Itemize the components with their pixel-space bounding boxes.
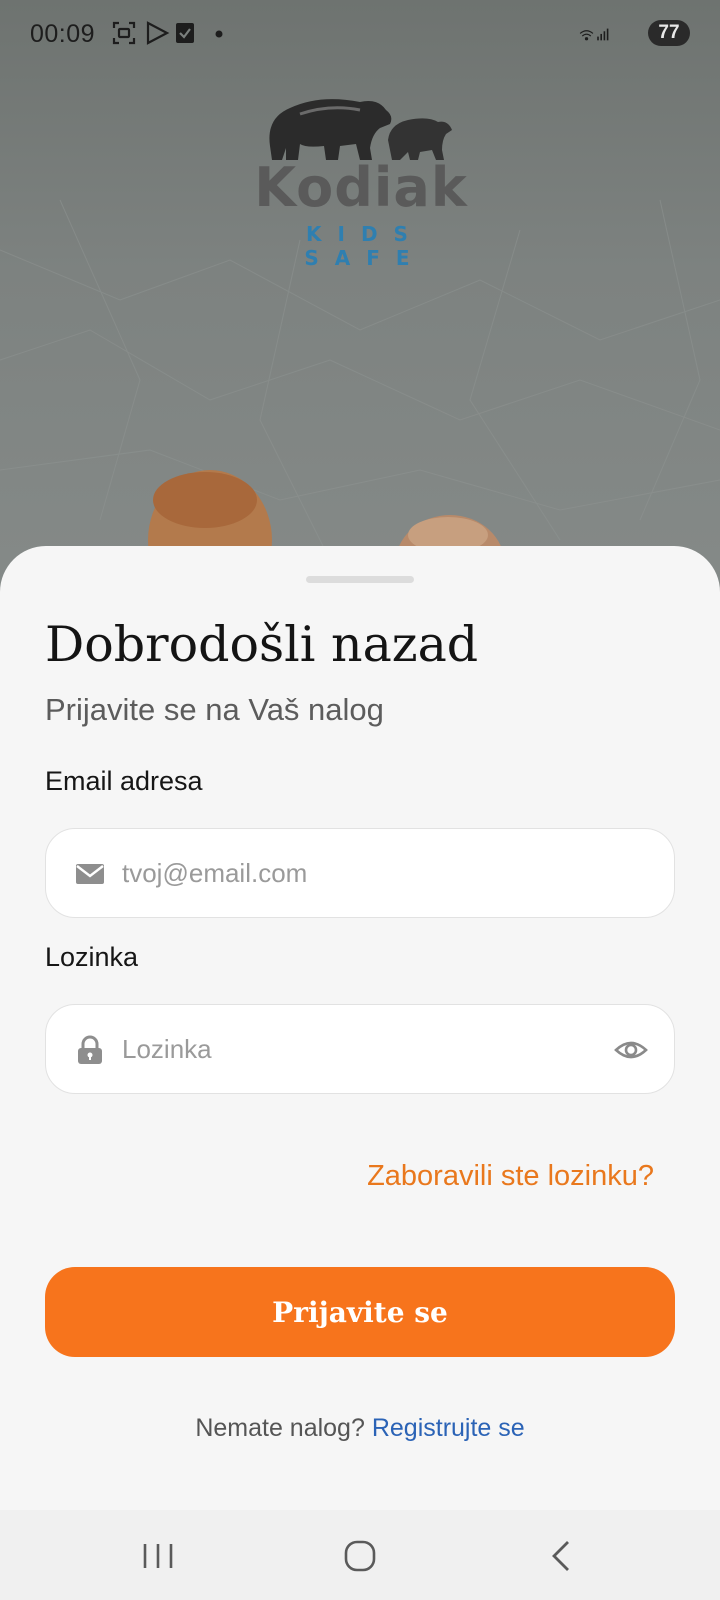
register-prompt: Nemate nalog? Registrujte se xyxy=(0,1414,720,1443)
password-input[interactable] xyxy=(122,1025,582,1073)
dot-icon xyxy=(215,30,223,38)
email-input[interactable] xyxy=(122,849,582,897)
logo-tagline: KIDS SAFE xyxy=(304,222,426,270)
login-sheet: Dobrodošli nazad Prijavite se na Vaš nal… xyxy=(0,546,720,1510)
checkbox-icon xyxy=(176,23,194,43)
status-time: 00:09 xyxy=(30,20,96,48)
connectivity-icons xyxy=(579,28,609,41)
play-store-icon xyxy=(146,21,170,45)
battery-indicator: 77 xyxy=(648,20,690,46)
app-logo: Kodiak KIDS SAFE xyxy=(236,88,486,270)
page-subtitle: Prijavite se na Vaš nalog xyxy=(45,692,384,727)
forgot-password-link[interactable]: Zaboravili ste lozinku? xyxy=(367,1160,654,1193)
logo-wordmark: Kodiak xyxy=(254,156,468,219)
eye-icon[interactable] xyxy=(614,1034,648,1066)
lock-icon xyxy=(78,1035,102,1064)
back-icon[interactable] xyxy=(530,1528,590,1584)
notification-icons xyxy=(112,21,223,45)
home-icon[interactable] xyxy=(330,1528,390,1584)
register-link[interactable]: Registrujte se xyxy=(372,1414,525,1442)
page-title: Dobrodošli nazad xyxy=(45,616,479,673)
email-label: Email adresa xyxy=(45,766,203,796)
signal-icon xyxy=(597,28,609,41)
status-bar: 00:09 77 xyxy=(0,0,720,68)
password-field[interactable] xyxy=(45,1004,675,1094)
login-button[interactable]: Prijavite se xyxy=(45,1267,675,1357)
screenshot-icon xyxy=(112,21,136,45)
sheet-drag-handle[interactable] xyxy=(306,576,414,583)
system-navigation-bar xyxy=(0,1510,720,1600)
recent-apps-icon[interactable] xyxy=(128,1528,188,1584)
no-account-text: Nemate nalog? xyxy=(195,1414,365,1442)
wifi-icon xyxy=(579,30,594,41)
password-label: Lozinka xyxy=(45,942,139,972)
email-field[interactable] xyxy=(45,828,675,918)
mail-icon xyxy=(76,864,104,884)
